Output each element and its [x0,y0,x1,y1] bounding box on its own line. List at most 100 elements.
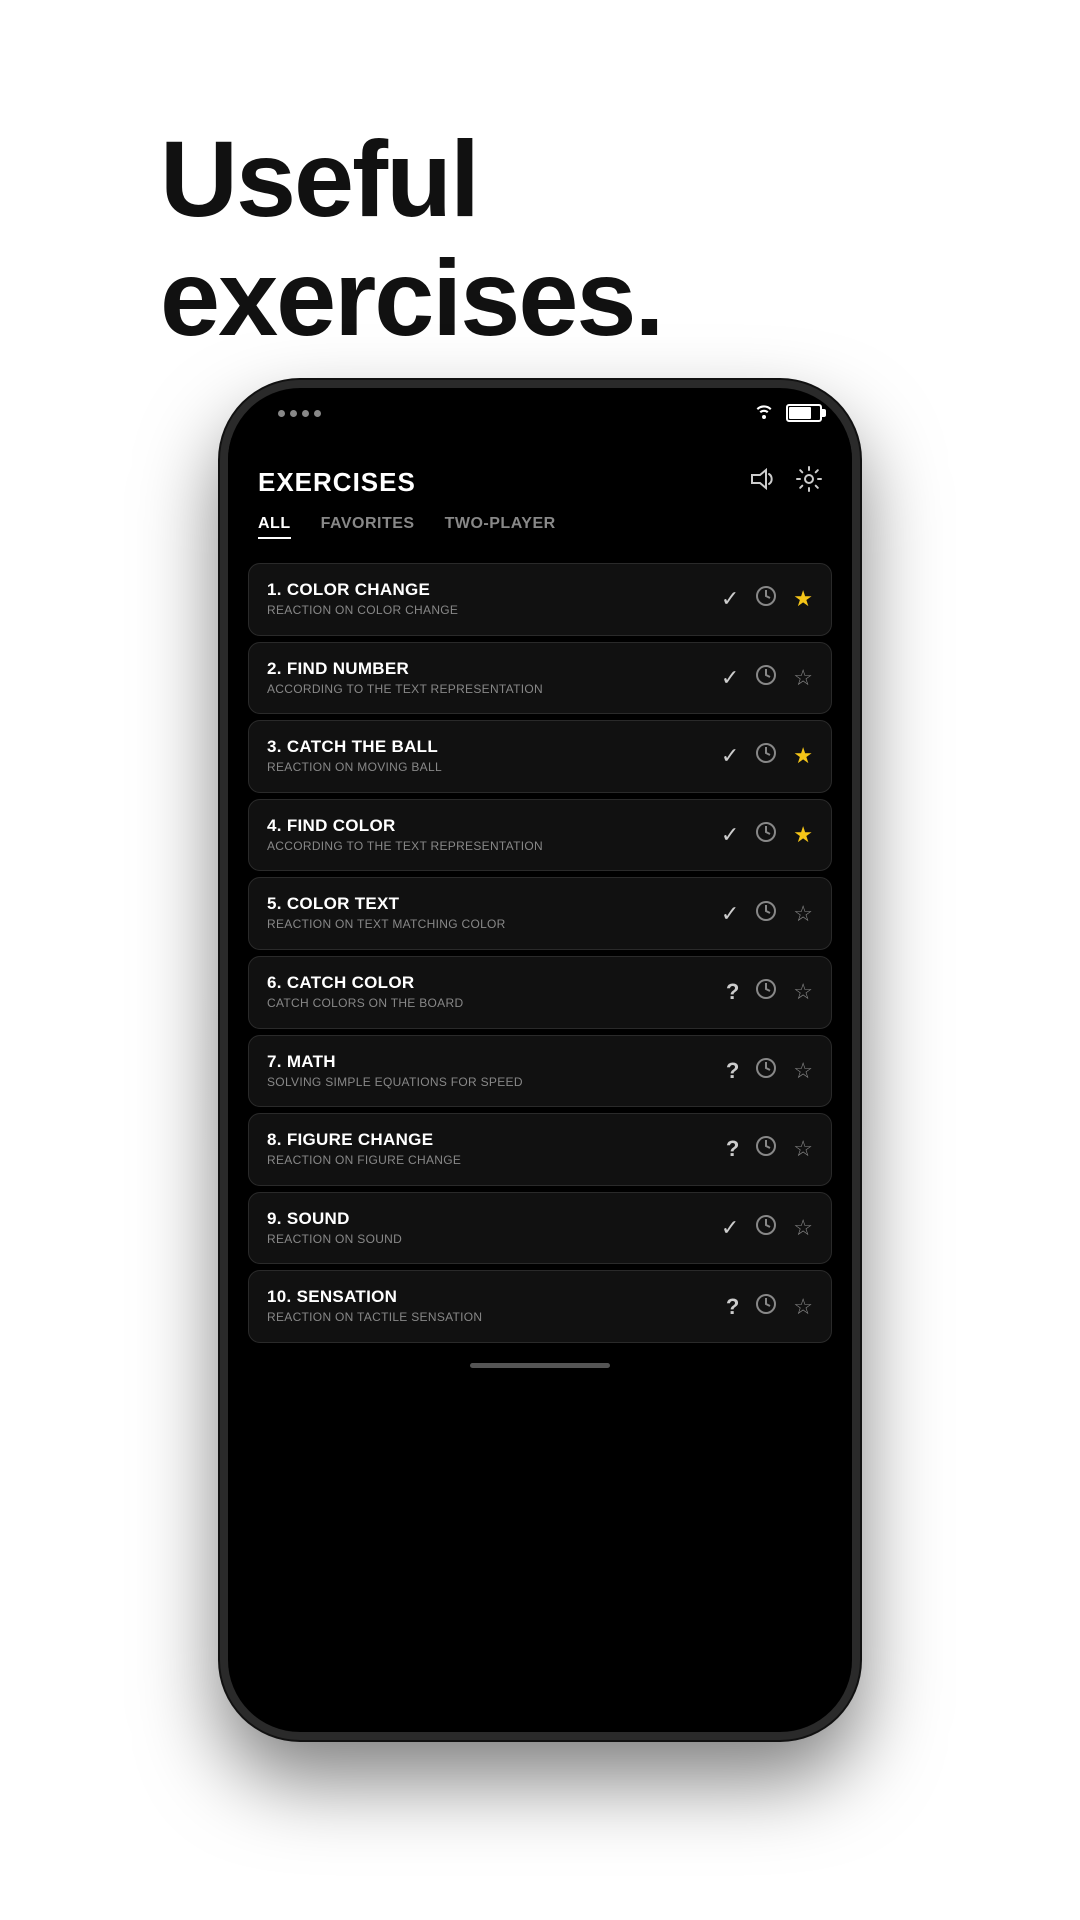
exercise-info-10: 10. SENSATION REACTION ON TACTILE SENSAT… [267,1287,726,1326]
star-icon-7[interactable]: ☆ [793,1058,813,1084]
home-indicator [228,1351,852,1381]
star-icon-4[interactable]: ★ [793,822,813,848]
exercise-desc-10: REACTION ON TACTILE SENSATION [267,1310,726,1326]
exercise-desc-8: REACTION ON FIGURE CHANGE [267,1153,726,1169]
history-icon-1[interactable] [755,585,777,613]
star-icon-5[interactable]: ☆ [793,901,813,927]
battery-icon [786,404,822,422]
question-icon-6: ? [726,979,739,1005]
signal-dots [278,410,321,417]
exercise-name-7: 7. MATH [267,1052,726,1072]
tab-favorites[interactable]: FAVORITES [321,515,415,539]
hero-title: Useful exercises. [160,120,663,358]
exercise-actions-5: ✓ ☆ [721,900,813,928]
history-icon-6[interactable] [755,978,777,1006]
exercise-item-4[interactable]: 4. FIND COLOR ACCORDING TO THE TEXT REPR… [248,799,832,872]
exercise-desc-4: ACCORDING TO THE TEXT REPRESENTATION [267,839,721,855]
exercise-list: 1. COLOR CHANGE REACTION ON COLOR CHANGE… [228,555,852,1351]
exercise-info-7: 7. MATH SOLVING SIMPLE EQUATIONS FOR SPE… [267,1052,726,1091]
exercise-name-6: 6. CATCH COLOR [267,973,726,993]
exercise-actions-1: ✓ ★ [721,585,813,613]
history-icon-9[interactable] [755,1214,777,1242]
star-icon-8[interactable]: ☆ [793,1136,813,1162]
check-icon-1: ✓ [721,586,739,612]
question-icon-7: ? [726,1058,739,1084]
exercise-desc-1: REACTION ON COLOR CHANGE [267,603,721,619]
history-icon-3[interactable] [755,742,777,770]
signal-dot-1 [278,410,285,417]
exercise-actions-10: ? ☆ [726,1293,813,1321]
star-icon-3[interactable]: ★ [793,743,813,769]
sound-icon[interactable] [750,468,776,497]
exercise-item-7[interactable]: 7. MATH SOLVING SIMPLE EQUATIONS FOR SPE… [248,1035,832,1108]
exercise-name-5: 5. COLOR TEXT [267,894,721,914]
star-icon-10[interactable]: ☆ [793,1294,813,1320]
check-icon-4: ✓ [721,822,739,848]
wifi-icon [754,403,774,424]
check-icon-5: ✓ [721,901,739,927]
star-icon-9[interactable]: ☆ [793,1215,813,1241]
star-icon-2[interactable]: ☆ [793,665,813,691]
history-icon-4[interactable] [755,821,777,849]
exercise-item-5[interactable]: 5. COLOR TEXT REACTION ON TEXT MATCHING … [248,877,832,950]
exercise-item-8[interactable]: 8. FIGURE CHANGE REACTION ON FIGURE CHAN… [248,1113,832,1186]
exercise-info-6: 6. CATCH COLOR CATCH COLORS ON THE BOARD [267,973,726,1012]
phone-frame: EXERCISES [220,380,860,1740]
exercise-name-8: 8. FIGURE CHANGE [267,1130,726,1150]
settings-icon[interactable] [796,466,822,499]
exercise-desc-2: ACCORDING TO THE TEXT REPRESENTATION [267,682,721,698]
exercise-actions-9: ✓ ☆ [721,1214,813,1242]
exercise-item-3[interactable]: 3. CATCH THE BALL REACTION ON MOVING BAL… [248,720,832,793]
hero-title-line1: Useful [160,118,478,239]
history-icon-7[interactable] [755,1057,777,1085]
exercise-info-3: 3. CATCH THE BALL REACTION ON MOVING BAL… [267,737,721,776]
history-icon-2[interactable] [755,664,777,692]
tab-all[interactable]: ALL [258,515,291,539]
exercise-actions-7: ? ☆ [726,1057,813,1085]
exercise-desc-9: REACTION ON SOUND [267,1232,721,1248]
exercise-actions-2: ✓ ☆ [721,664,813,692]
exercise-name-9: 9. SOUND [267,1209,721,1229]
status-bar [228,388,852,438]
exercise-name-1: 1. COLOR CHANGE [267,580,721,600]
star-icon-1[interactable]: ★ [793,586,813,612]
exercise-actions-4: ✓ ★ [721,821,813,849]
phone-wrapper: EXERCISES [210,380,870,1760]
exercise-item-6[interactable]: 6. CATCH COLOR CATCH COLORS ON THE BOARD… [248,956,832,1029]
exercise-name-2: 2. FIND NUMBER [267,659,721,679]
screen[interactable]: EXERCISES [228,438,852,1732]
app-title: EXERCISES [258,467,416,498]
signal-dot-3 [302,410,309,417]
exercise-name-3: 3. CATCH THE BALL [267,737,721,757]
exercise-actions-6: ? ☆ [726,978,813,1006]
exercise-item-1[interactable]: 1. COLOR CHANGE REACTION ON COLOR CHANGE… [248,563,832,636]
exercise-info-5: 5. COLOR TEXT REACTION ON TEXT MATCHING … [267,894,721,933]
exercise-info-4: 4. FIND COLOR ACCORDING TO THE TEXT REPR… [267,816,721,855]
exercise-actions-3: ✓ ★ [721,742,813,770]
signal-dot-4 [314,410,321,417]
exercise-name-10: 10. SENSATION [267,1287,726,1307]
check-icon-2: ✓ [721,665,739,691]
exercise-desc-3: REACTION ON MOVING BALL [267,760,721,776]
tab-two-player[interactable]: TWO-PLAYER [445,515,556,539]
app-header: EXERCISES [228,438,852,515]
exercise-actions-8: ? ☆ [726,1135,813,1163]
exercise-info-8: 8. FIGURE CHANGE REACTION ON FIGURE CHAN… [267,1130,726,1169]
history-icon-10[interactable] [755,1293,777,1321]
header-icons [750,466,822,499]
exercise-item-2[interactable]: 2. FIND NUMBER ACCORDING TO THE TEXT REP… [248,642,832,715]
question-icon-10: ? [726,1294,739,1320]
page-background: Useful exercises. [0,0,1080,1920]
exercise-desc-6: CATCH COLORS ON THE BOARD [267,996,726,1012]
exercise-desc-7: SOLVING SIMPLE EQUATIONS FOR SPEED [267,1075,726,1091]
history-icon-5[interactable] [755,900,777,928]
exercise-item-10[interactable]: 10. SENSATION REACTION ON TACTILE SENSAT… [248,1270,832,1343]
exercise-name-4: 4. FIND COLOR [267,816,721,836]
star-icon-6[interactable]: ☆ [793,979,813,1005]
history-icon-8[interactable] [755,1135,777,1163]
signal-dot-2 [290,410,297,417]
home-bar [470,1363,610,1368]
exercise-item-9[interactable]: 9. SOUND REACTION ON SOUND ✓ [248,1192,832,1265]
tabs: ALL FAVORITES TWO-PLAYER [228,515,852,555]
exercise-desc-5: REACTION ON TEXT MATCHING COLOR [267,917,721,933]
